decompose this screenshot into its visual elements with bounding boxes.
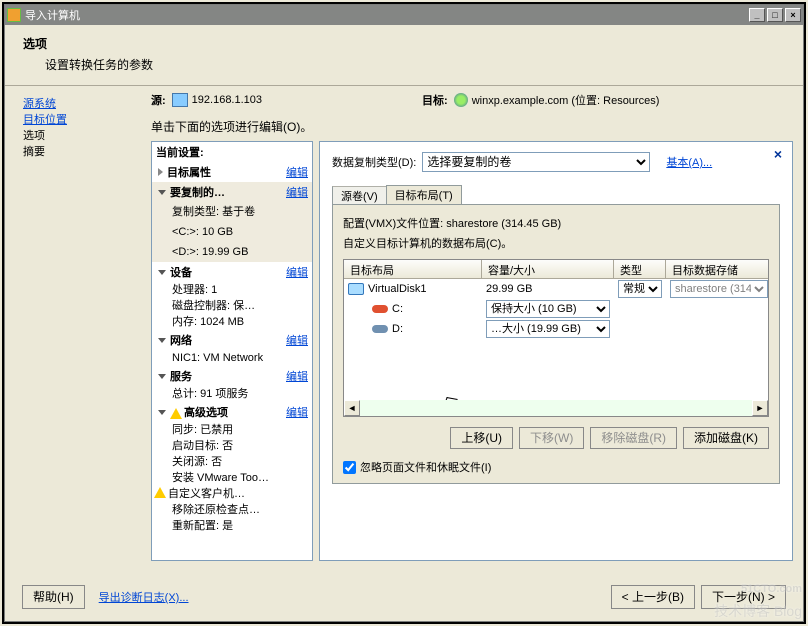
app-icon: [7, 8, 21, 22]
nic1: NIC1: VM Network: [152, 350, 312, 366]
scroll-left-icon[interactable]: ◄: [344, 400, 360, 416]
vmx-location: 配置(VMX)文件位置: sharestore (314.45 GB): [343, 215, 769, 231]
svc-total: 总计: 91 项服务: [152, 386, 312, 402]
next-button[interactable]: 下一步(N) >: [701, 585, 786, 609]
header-subtitle: 设置转换任务的参数: [45, 56, 787, 73]
disk-icon: [348, 283, 364, 295]
group-to-copy[interactable]: 要复制的…: [170, 184, 284, 200]
col-datastore[interactable]: 目标数据存储: [666, 260, 768, 278]
warning-icon: [170, 408, 182, 419]
panel-close-icon[interactable]: ×: [770, 146, 786, 162]
edit-link[interactable]: 编辑: [286, 264, 308, 280]
warning-icon: [154, 487, 166, 498]
window-title: 导入计算机: [25, 7, 80, 23]
copy-type-label: 数据复制类型(D):: [332, 154, 416, 170]
close-button[interactable]: ×: [785, 8, 801, 22]
chevron-down-icon[interactable]: [158, 410, 166, 415]
col-layout[interactable]: 目标布局: [344, 260, 482, 278]
table-row[interactable]: VirtualDisk1 29.99 GB 常规 sharestore (314…: [344, 279, 768, 299]
maximize-button[interactable]: □: [767, 8, 783, 22]
reconfig: 重新配置: 是: [152, 518, 312, 534]
back-button[interactable]: < 上一步(B): [611, 585, 695, 609]
globe-icon: [454, 93, 468, 107]
datastore-select[interactable]: sharestore (314.: [670, 280, 768, 298]
memory: 内存: 1024 MB: [152, 314, 312, 330]
dest-value: winxp.example.com (位置: Resources): [472, 92, 660, 108]
dialog-window: 导入计算机 _ □ × 选项 设置转换任务的参数 源系统 目标位置 选项 摘要 …: [4, 4, 804, 622]
boot-target: 启动目标: 否: [152, 438, 312, 454]
ignore-pagefile-checkbox[interactable]: 忽略页面文件和休眠文件(I): [343, 459, 769, 475]
source-ip: 192.168.1.103: [192, 94, 262, 106]
detail-panel: × 数据复制类型(D): 选择要复制的卷 基本(A)... 源卷(V) 目标布局…: [319, 141, 793, 561]
move-up-button[interactable]: 上移(U): [450, 427, 513, 449]
help-button[interactable]: 帮助(H): [22, 585, 85, 609]
group-devices[interactable]: 设备: [170, 264, 284, 280]
install-tools: 安装 VMware Too…: [152, 470, 312, 486]
partition-icon: [372, 325, 388, 333]
nav-options: 选项: [23, 128, 133, 144]
chevron-down-icon[interactable]: [158, 374, 166, 379]
checkbox-input[interactable]: [343, 461, 356, 474]
disk-ctrl: 磁盘控制器: 保…: [152, 298, 312, 314]
d-drive: <D:>: 19.99 GB: [152, 242, 312, 262]
restore-chk: 移除还原检查点…: [152, 502, 312, 518]
instruction: 单击下面的选项进行编辑(O)。: [151, 118, 793, 135]
add-disk-button[interactable]: 添加磁盘(K): [683, 427, 769, 449]
size-select-c[interactable]: 保持大小 (10 GB): [486, 300, 610, 318]
group-services[interactable]: 服务: [170, 368, 284, 384]
nav-target-location[interactable]: 目标位置: [23, 112, 133, 128]
edit-link[interactable]: 编辑: [286, 332, 308, 348]
chevron-down-icon[interactable]: [158, 270, 166, 275]
dest-label: 目标:: [422, 92, 448, 108]
server-icon: [172, 93, 188, 107]
move-down-button: 下移(W): [519, 427, 584, 449]
scroll-right-icon[interactable]: ►: [752, 400, 768, 416]
minimize-button[interactable]: _: [749, 8, 765, 22]
group-target-props[interactable]: 目标属性: [167, 164, 284, 180]
copy-type: 复制类型: 基于卷: [152, 202, 312, 222]
chevron-right-icon[interactable]: [158, 168, 163, 176]
wizard-footer: 帮助(H) 导出诊断日志(X)... < 上一步(B) 下一步(N) >: [4, 582, 804, 612]
type-select[interactable]: 常规: [618, 280, 662, 298]
wizard-steps: 源系统 目标位置 选项 摘要: [5, 86, 145, 592]
copy-type-select[interactable]: 选择要复制的卷: [422, 152, 650, 172]
edit-link[interactable]: 编辑: [286, 368, 308, 384]
shutdown-src: 关闭源: 否: [152, 454, 312, 470]
custom-layout-label: 自定义目标计算机的数据布局(C)。: [343, 235, 769, 251]
nav-source-system[interactable]: 源系统: [23, 96, 133, 112]
remove-disk-button: 移除磁盘(R): [590, 427, 677, 449]
group-network[interactable]: 网络: [170, 332, 284, 348]
chevron-down-icon[interactable]: [158, 190, 166, 195]
titlebar: 导入计算机 _ □ ×: [5, 5, 803, 25]
group-advanced[interactable]: 高级选项: [184, 404, 284, 420]
tab-target-layout[interactable]: 目标布局(T): [386, 185, 462, 205]
edit-link[interactable]: 编辑: [286, 184, 308, 200]
settings-tree[interactable]: 当前设置: 目标属性编辑 要复制的…编辑 复制类型: 基于卷 <C:>: 10 …: [151, 141, 313, 561]
wizard-header: 选项 设置转换任务的参数: [5, 25, 803, 86]
chevron-down-icon[interactable]: [158, 338, 166, 343]
customize: 自定义客户机…: [152, 486, 312, 502]
edit-link[interactable]: 编辑: [286, 404, 308, 420]
cpu: 处理器: 1: [152, 282, 312, 298]
table-row[interactable]: D: …大小 (19.99 GB): [344, 319, 768, 339]
sync: 同步: 已禁用: [152, 422, 312, 438]
c-drive: <C:>: 10 GB: [152, 222, 312, 242]
tab-content: 配置(VMX)文件位置: sharestore (314.45 GB) 自定义目…: [332, 204, 780, 484]
basic-link[interactable]: 基本(A)...: [666, 154, 712, 170]
tab-source-volumes[interactable]: 源卷(V): [332, 186, 387, 205]
col-capacity[interactable]: 容量/大小: [482, 260, 614, 278]
export-diag-link[interactable]: 导出诊断日志(X)...: [99, 589, 189, 605]
table-row[interactable]: C: 保持大小 (10 GB): [344, 299, 768, 319]
main-content: 源: 192.168.1.103 目标: winxp.example.com (…: [145, 86, 803, 592]
header-title: 选项: [23, 35, 787, 52]
edit-link[interactable]: 编辑: [286, 164, 308, 180]
size-select-d[interactable]: …大小 (19.99 GB): [486, 320, 610, 338]
nav-summary: 摘要: [23, 144, 133, 160]
col-type[interactable]: 类型: [614, 260, 666, 278]
horizontal-scrollbar[interactable]: ◄ ►: [344, 400, 768, 416]
source-label: 源:: [151, 92, 166, 108]
current-settings-label: 当前设置:: [152, 142, 312, 162]
partition-icon: [372, 305, 388, 313]
disk-table: 目标布局 容量/大小 类型 目标数据存储 VirtualDisk1 29.99 …: [343, 259, 769, 417]
